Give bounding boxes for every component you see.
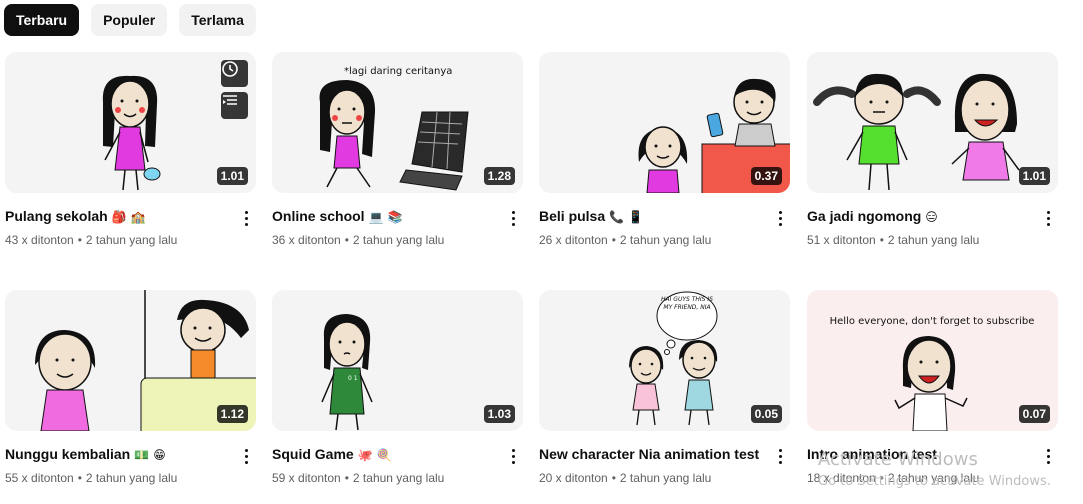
video-title[interactable]: Nunggu kembalian 💵 😁 xyxy=(5,444,233,465)
video-card[interactable]: *lagi daring ceritanya 1.28 Online schoo… xyxy=(272,52,523,262)
video-thumbnail[interactable]: 1.01 xyxy=(807,52,1058,193)
video-meta: 59 x ditonton • 2 tahun yang lalu xyxy=(272,471,445,485)
duration-badge: 0.05 xyxy=(750,405,782,423)
video-card[interactable]: HAI GUYS THIS IS MY FRIEND, NIA 0.05 New… xyxy=(539,290,790,500)
duration-badge: 0.07 xyxy=(1018,405,1050,423)
more-options-icon[interactable] xyxy=(772,208,788,228)
video-thumbnail[interactable]: 0 1 1.03 xyxy=(272,290,523,431)
title-emoji: 💵 😁 xyxy=(134,448,166,462)
title-emoji: 📞 📱 xyxy=(609,210,644,224)
video-card[interactable]: 1.01 Pulang sekolah 🎒 🏫 43 x ditonton • 2 … xyxy=(5,52,256,262)
video-title[interactable]: Squid Game 🐙 🍭 xyxy=(272,444,500,465)
video-title[interactable]: Pulang sekolah 🎒 🏫 xyxy=(5,206,233,227)
duration-badge: 1.01 xyxy=(216,167,248,185)
chip-terlama[interactable]: Terlama xyxy=(179,4,256,36)
windows-activation-watermark: Activate Windows Go to Settings to activ… xyxy=(818,450,1051,490)
title-emoji: 🐙 🍭 xyxy=(357,448,392,462)
video-meta: 20 x ditonton • 2 tahun yang lalu xyxy=(539,471,712,485)
video-title[interactable]: Online school 💻 📚 xyxy=(272,206,500,227)
video-meta: 43 x ditonton • 2 tahun yang lalu xyxy=(5,233,178,247)
video-title[interactable]: New character Nia animation test xyxy=(539,444,767,464)
video-title[interactable]: Ga jadi ngomong 😑 xyxy=(807,206,1035,227)
video-card[interactable]: 1.01 Ga jadi ngomong 😑 51 x ditonton • 2 t… xyxy=(807,52,1058,262)
filter-chips: Terbaru Populer Terlama xyxy=(4,4,256,36)
watch-later-icon[interactable] xyxy=(221,60,248,87)
video-thumbnail[interactable]: 0.37 xyxy=(539,52,790,193)
title-emoji: 💻 📚 xyxy=(368,210,403,224)
video-card[interactable]: 0 1 1.03 Squid Game 🐙 🍭 59 x ditonton • 2 … xyxy=(272,290,523,500)
video-meta: 26 x ditonton • 2 tahun yang lalu xyxy=(539,233,712,247)
video-meta: 55 x ditonton • 2 tahun yang lalu xyxy=(5,471,178,485)
duration-badge: 1.12 xyxy=(216,405,248,423)
title-emoji: 🎒 🏫 xyxy=(111,210,146,224)
video-thumbnail[interactable]: HAI GUYS THIS IS MY FRIEND, NIA 0.05 xyxy=(539,290,790,431)
watermark-title: Activate Windows xyxy=(818,449,978,470)
duration-badge: 1.01 xyxy=(1018,167,1050,185)
speech-bubble-text: HAI GUYS THIS IS MY FRIEND, NIA xyxy=(661,296,713,311)
duration-badge: 1.03 xyxy=(483,405,515,423)
video-card[interactable]: 1.12 Nunggu kembalian 💵 😁 55 x ditonton •… xyxy=(5,290,256,500)
more-options-icon[interactable] xyxy=(772,446,788,466)
video-thumbnail[interactable]: 1.01 xyxy=(5,52,256,193)
chip-terbaru[interactable]: Terbaru xyxy=(4,4,80,36)
watermark-subtitle: Go to Settings to activate Windows. xyxy=(818,474,1051,489)
duration-badge: 1.28 xyxy=(483,167,515,185)
duration-badge: 0.37 xyxy=(750,167,782,185)
video-thumbnail[interactable]: *lagi daring ceritanya 1.28 xyxy=(272,52,523,193)
video-thumbnail[interactable]: Hello everyone, don't forget to subscrib… xyxy=(807,290,1058,431)
video-title[interactable]: Beli pulsa 📞 📱 xyxy=(539,206,767,227)
svg-text:0 1: 0 1 xyxy=(348,375,358,382)
video-meta: 36 x ditonton • 2 tahun yang lalu xyxy=(272,233,445,247)
video-meta: 51 x ditonton • 2 tahun yang lalu xyxy=(807,233,980,247)
title-emoji: 😑 xyxy=(925,210,938,224)
more-options-icon[interactable] xyxy=(505,208,521,228)
more-options-icon[interactable] xyxy=(1040,208,1056,228)
thumbnail-caption: *lagi daring ceritanya xyxy=(344,66,452,77)
add-to-queue-icon[interactable] xyxy=(221,92,248,119)
more-options-icon[interactable] xyxy=(505,446,521,466)
thumbnail-caption: Hello everyone, don't forget to subscrib… xyxy=(830,316,1035,327)
video-thumbnail[interactable]: 1.12 xyxy=(5,290,256,431)
more-options-icon[interactable] xyxy=(238,446,254,466)
video-card[interactable]: 0.37 Beli pulsa 📞 📱 26 x ditonton • 2 tahu… xyxy=(539,52,790,262)
chip-populer[interactable]: Populer xyxy=(91,4,168,36)
more-options-icon[interactable] xyxy=(238,208,254,228)
